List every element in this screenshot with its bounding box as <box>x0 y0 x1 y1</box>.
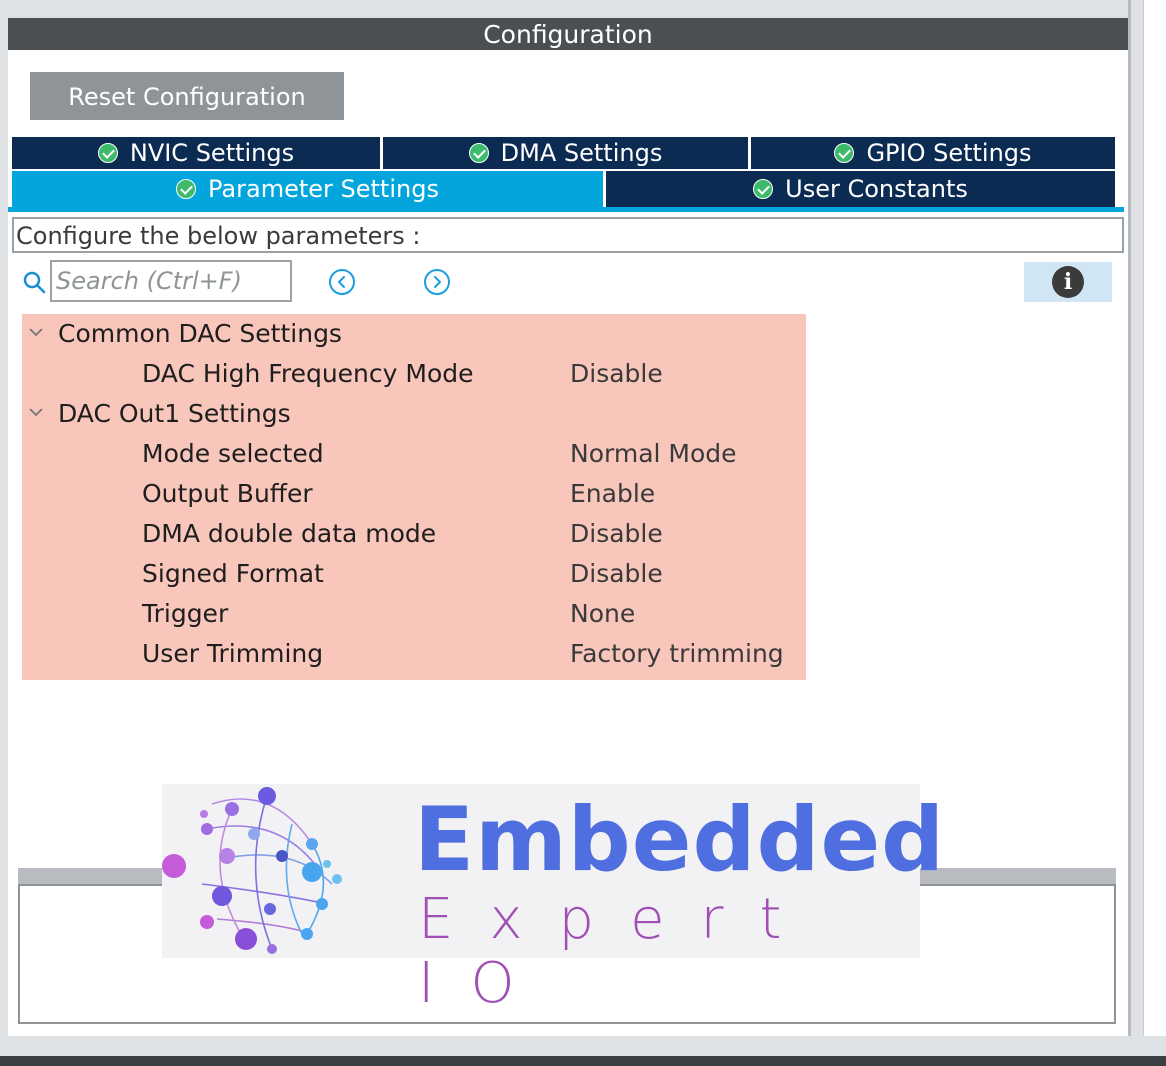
window-frame-right-gutter <box>1131 0 1143 1036</box>
param-value[interactable]: Disable <box>570 354 663 394</box>
param-row-dma-double-data-mode[interactable]: DMA double data mode Disable <box>22 514 806 554</box>
tab-nvic-settings[interactable]: NVIC Settings <box>12 137 380 169</box>
info-icon: i <box>1052 266 1084 298</box>
group-row-dac-out1[interactable]: DAC Out1 Settings <box>22 394 806 434</box>
tab-user-constants[interactable]: User Constants <box>606 171 1115 207</box>
group-row-common-dac[interactable]: Common DAC Settings <box>22 314 806 354</box>
check-circle-icon <box>468 143 489 163</box>
tab-dma-settings[interactable]: DMA Settings <box>383 137 748 169</box>
tab-label: NVIC Settings <box>129 139 295 167</box>
param-value[interactable]: Disable <box>570 554 663 594</box>
tab-label: User Constants <box>785 175 968 203</box>
window-frame-right-outer <box>1143 0 1166 1036</box>
chevron-down-icon[interactable] <box>26 402 46 422</box>
window-frame-bottom <box>0 1036 1166 1056</box>
active-tab-underline <box>8 207 1124 212</box>
param-name: DMA double data mode <box>142 519 437 548</box>
previous-match-icon[interactable] <box>328 268 356 296</box>
check-circle-icon <box>97 143 118 163</box>
param-name: Signed Format <box>142 559 324 588</box>
param-value[interactable]: None <box>570 594 635 634</box>
tab-label: Parameter Settings <box>208 175 439 203</box>
group-label: DAC Out1 Settings <box>58 399 291 428</box>
param-row-mode-selected[interactable]: Mode selected Normal Mode <box>22 434 806 474</box>
tab-gpio-settings[interactable]: GPIO Settings <box>751 137 1115 169</box>
group-label: Common DAC Settings <box>58 319 342 348</box>
embedded-expert-io-logo: Embedded Expert IO <box>162 784 944 1016</box>
param-row-trigger[interactable]: Trigger None <box>22 594 806 634</box>
param-row-signed-format[interactable]: Signed Format Disable <box>22 554 806 594</box>
next-match-icon[interactable] <box>423 268 451 296</box>
logo-subtitle: Expert IO <box>418 887 818 1016</box>
search-icon[interactable] <box>22 270 46 294</box>
window-frame-top <box>8 0 1128 18</box>
param-name: User Trimming <box>142 639 324 668</box>
param-value[interactable]: Disable <box>570 514 663 554</box>
param-row-dac-high-frequency-mode[interactable]: DAC High Frequency Mode Disable <box>22 354 806 394</box>
param-name: Trigger <box>142 599 229 628</box>
logo-title: Embedded <box>414 788 946 891</box>
tab-parameter-settings[interactable]: Parameter Settings <box>12 171 603 207</box>
check-circle-icon <box>834 143 855 163</box>
param-name: Mode selected <box>142 439 324 468</box>
network-globe-icon <box>162 787 342 954</box>
reset-configuration-button[interactable]: Reset Configuration <box>30 72 344 120</box>
check-circle-icon <box>176 179 197 199</box>
param-value[interactable]: Normal Mode <box>570 434 737 474</box>
tab-label: DMA Settings <box>500 139 663 167</box>
param-row-user-trimming[interactable]: User Trimming Factory trimming <box>22 634 806 674</box>
chevron-down-icon[interactable] <box>26 322 46 342</box>
window-frame-bottom-bar <box>0 1056 1166 1066</box>
check-circle-icon <box>753 179 774 199</box>
tab-label: GPIO Settings <box>866 139 1032 167</box>
info-button[interactable]: i <box>1024 262 1112 302</box>
param-name: Output Buffer <box>142 479 313 508</box>
param-value[interactable]: Factory trimming <box>570 634 784 674</box>
param-row-output-buffer[interactable]: Output Buffer Enable <box>22 474 806 514</box>
configuration-header: Configuration <box>8 18 1128 50</box>
parameter-tree: Common DAC Settings DAC High Frequency M… <box>22 314 806 680</box>
configure-parameters-label: Configure the below parameters : <box>12 217 1124 253</box>
param-name: DAC High Frequency Mode <box>142 359 474 388</box>
search-input[interactable] <box>50 260 292 302</box>
param-value[interactable]: Enable <box>570 474 655 514</box>
window-frame-left <box>0 0 8 1040</box>
